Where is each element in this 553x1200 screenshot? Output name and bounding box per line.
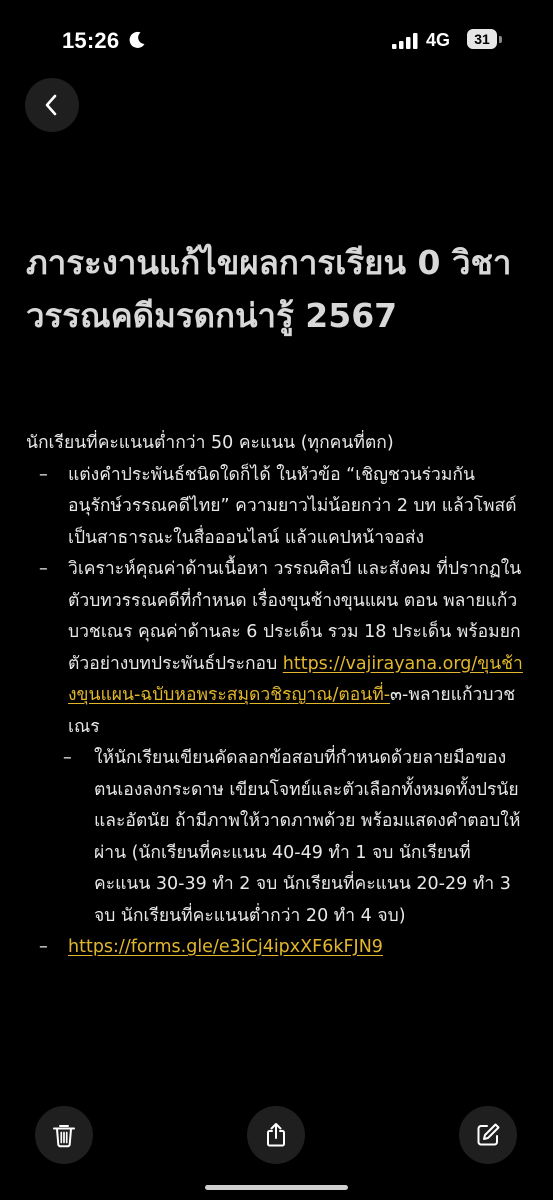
share-icon <box>267 1123 285 1147</box>
status-bar: 15:26 4G 31 <box>0 0 553 80</box>
bullet-dash: – <box>39 464 48 485</box>
edit-icon <box>477 1123 500 1146</box>
note-body: นักเรียนที่คะแนนต่ำกว่า 50 คะแนน (ทุกคนท… <box>26 428 526 964</box>
battery-level: 31 <box>467 29 497 49</box>
back-button[interactable] <box>25 78 79 132</box>
intro-text: นักเรียนที่คะแนนต่ำกว่า 50 คะแนน (ทุกคนท… <box>26 433 394 453</box>
cellular-signal-icon <box>392 33 418 49</box>
note-title: ภาระงานแก้ไขผลการเรียน 0 วิชาวรรณคดีมรดก… <box>26 243 512 335</box>
home-indicator[interactable] <box>205 1185 348 1190</box>
chevron-left-icon <box>45 94 57 116</box>
list-item-text: แต่งคำประพันธ์ชนิดใดก็ได้ ในหัวข้อ “เชิญ… <box>68 464 517 548</box>
trash-icon <box>53 1125 75 1148</box>
bullet-dash: – <box>39 559 48 579</box>
list-item: – วิเคราะห์คุณค่าด้านเนื้อหา วรรณศิลป์ แ… <box>26 554 526 743</box>
status-time: 15:26 <box>62 28 120 53</box>
moon-icon <box>129 31 145 48</box>
bullet-dash: – <box>63 748 72 768</box>
battery-icon: 31 <box>467 29 503 51</box>
list-item: – https://forms.gle/e3iCj4ipxXF6kFJN9 <box>26 932 526 964</box>
delete-button[interactable] <box>35 1106 93 1164</box>
network-type: 4G <box>426 30 451 50</box>
list-item: – แต่งคำประพันธ์ชนิดใดก็ได้ ในหัวข้อ “เช… <box>26 460 526 555</box>
google-forms-link[interactable]: https://forms.gle/e3iCj4ipxXF6kFJN9 <box>68 937 383 957</box>
edit-button[interactable] <box>459 1106 517 1164</box>
sub-list-item: – ให้นักเรียนเขียนคัดลอกข้อสอบที่กำหนดด้… <box>26 743 526 932</box>
share-button[interactable] <box>247 1106 305 1164</box>
sub-list-item-text: ให้นักเรียนเขียนคัดลอกข้อสอบที่กำหนดด้วย… <box>94 748 521 926</box>
bullet-dash: – <box>39 937 48 957</box>
